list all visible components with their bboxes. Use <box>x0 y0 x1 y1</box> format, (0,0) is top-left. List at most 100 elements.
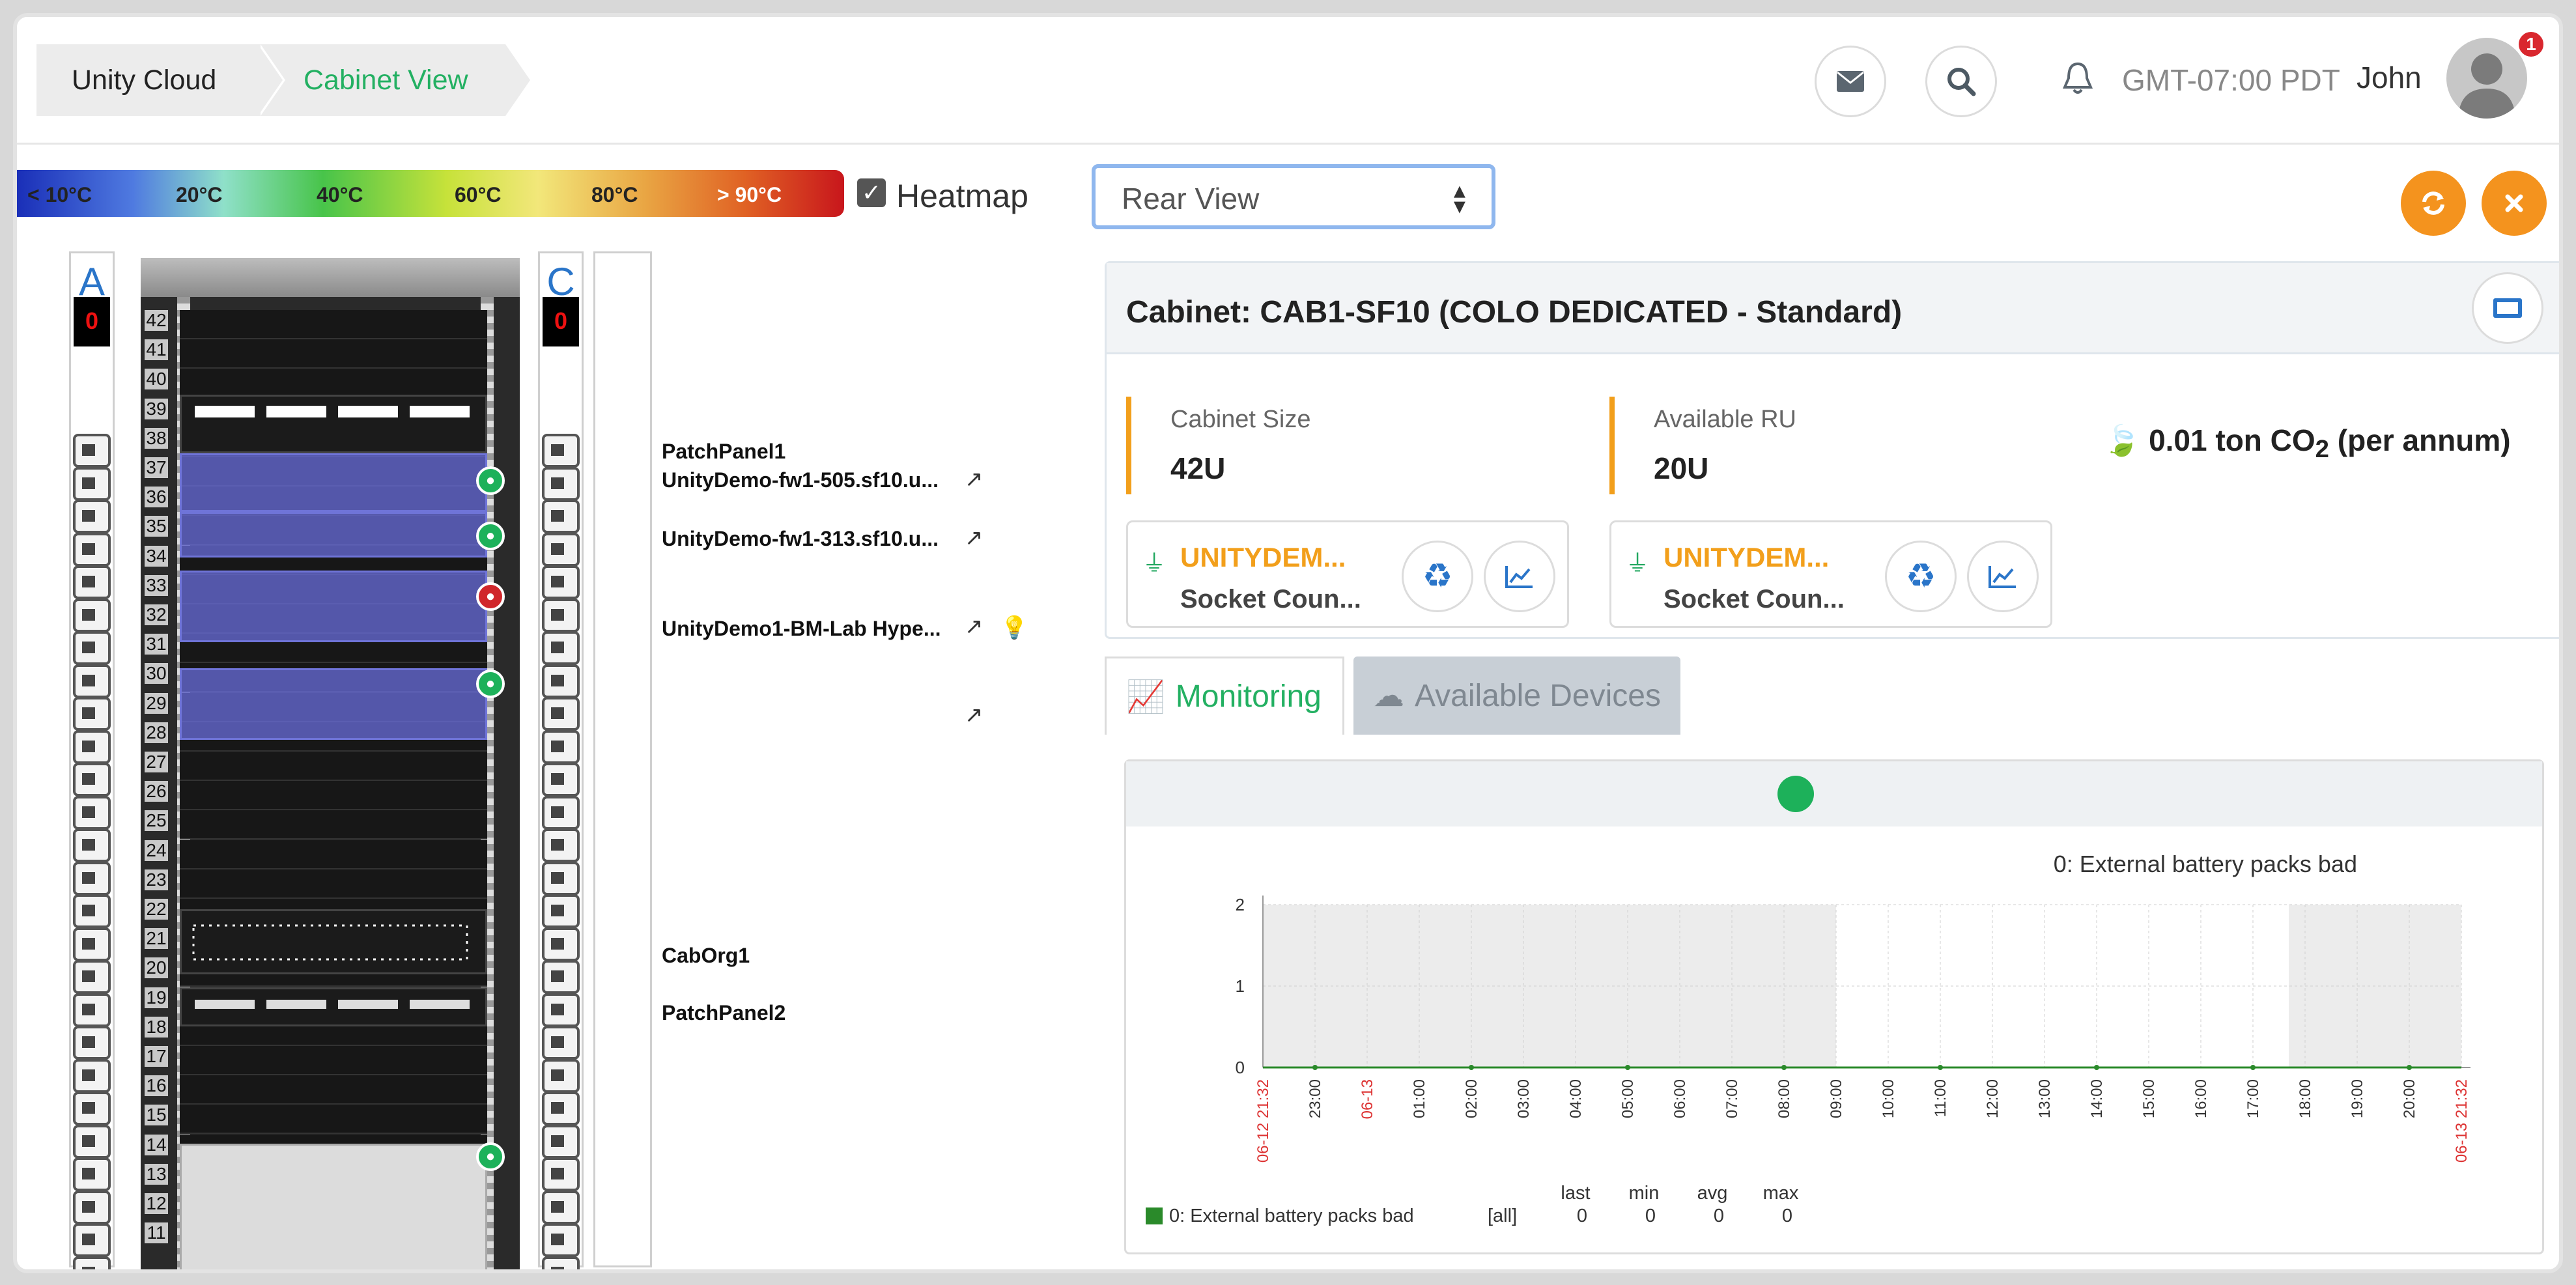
pdu-outlet[interactable] <box>542 466 580 501</box>
rack-slot[interactable] <box>180 810 487 840</box>
pdu-outlet[interactable] <box>73 795 111 830</box>
pdu-outlet[interactable] <box>73 1092 111 1125</box>
rack-slot[interactable] <box>180 752 487 781</box>
rack-slot[interactable] <box>180 1075 487 1105</box>
power-strip-2[interactable]: ⏚ UNITYDEM... Socket Coun... ♻ <box>1609 520 2052 628</box>
pdu-outlet[interactable] <box>542 697 580 731</box>
pdu-outlet[interactable] <box>542 861 580 896</box>
pdu-outlet[interactable] <box>73 960 111 994</box>
pdu-outlet[interactable] <box>73 466 111 501</box>
pdu-outlet[interactable] <box>73 664 111 698</box>
pdu-outlet[interactable] <box>542 960 580 994</box>
rack-slot[interactable] <box>180 310 487 339</box>
external-link-icon[interactable]: ↗ <box>965 702 984 728</box>
view-select[interactable]: Rear View ▴ ▾ <box>1092 164 1495 229</box>
pdu-outlet[interactable] <box>542 1157 580 1191</box>
pdu-outlet[interactable] <box>542 1256 580 1269</box>
device-label-fw1-313[interactable]: UnityDemo-fw1-313.sf10.u... <box>662 525 939 552</box>
recycle-button[interactable]: ♻ <box>1402 541 1473 612</box>
cabinet-detail-button[interactable] <box>2472 272 2543 344</box>
search-button[interactable] <box>1925 46 1997 117</box>
power-strip-1[interactable]: ⏚ UNITYDEM... Socket Coun... ♻ <box>1126 520 1569 628</box>
device-label-bm-lab[interactable]: UnityDemo1-BM-Lab Hype... <box>662 615 941 642</box>
rack-slot[interactable] <box>180 1105 487 1135</box>
rack-device-bottom[interactable] <box>180 1144 487 1269</box>
pdu-outlet[interactable] <box>542 500 580 533</box>
pdu-outlet[interactable] <box>542 1124 580 1159</box>
pdu-outlet[interactable] <box>73 927 111 961</box>
pdu-outlet[interactable] <box>542 434 580 468</box>
breadcrumb-unity-cloud[interactable]: Unity Cloud <box>36 44 258 116</box>
pdu-outlet[interactable] <box>73 763 111 797</box>
pdu-outlet[interactable] <box>542 1223 580 1257</box>
recycle-button[interactable]: ♻ <box>1885 541 1957 612</box>
heatmap-checkbox[interactable]: ✓ <box>857 178 886 207</box>
pdu-outlet[interactable] <box>542 532 580 567</box>
pdu-outlet[interactable] <box>542 631 580 665</box>
pdu-outlet[interactable] <box>73 729 111 764</box>
pdu-outlet[interactable] <box>542 598 580 632</box>
pdu-outlet[interactable] <box>73 1026 111 1060</box>
chart-button[interactable] <box>1484 541 1555 612</box>
user-name[interactable]: John <box>2357 60 2422 95</box>
pdu-outlet[interactable] <box>542 1058 580 1093</box>
pdu-outlet[interactable] <box>73 697 111 731</box>
pdu-outlet[interactable] <box>73 532 111 567</box>
pdu-outlet[interactable] <box>73 1256 111 1269</box>
rack-device-fw1-505[interactable] <box>180 453 487 512</box>
pdu-outlet[interactable] <box>542 729 580 764</box>
pdu-outlet[interactable] <box>73 1058 111 1093</box>
external-link-icon[interactable]: ↗ <box>965 614 984 640</box>
rack-slot[interactable] <box>180 840 487 869</box>
pdu-outlet[interactable] <box>73 993 111 1027</box>
pdu-outlet[interactable] <box>73 631 111 665</box>
rack-device-bm-lab[interactable] <box>180 571 487 642</box>
external-link-icon[interactable]: ↗ <box>965 466 984 492</box>
messages-button[interactable] <box>1815 46 1886 117</box>
rack-device-unnamed[interactable] <box>180 668 487 740</box>
rack-device-patchpanel1[interactable] <box>180 395 487 453</box>
tab-available-devices[interactable]: ☁ Available Devices <box>1353 657 1680 735</box>
pdu-outlet[interactable] <box>542 927 580 961</box>
rack-slot[interactable] <box>180 339 487 369</box>
pdu-outlet[interactable] <box>542 763 580 797</box>
pdu-outlet[interactable] <box>542 795 580 830</box>
pdu-outlet[interactable] <box>73 1190 111 1224</box>
device-label-fw1-505[interactable]: UnityDemo-fw1-505.sf10.u... <box>662 466 939 494</box>
chart-button[interactable] <box>1967 541 2039 612</box>
tab-monitoring[interactable]: 📈 Monitoring <box>1105 657 1344 735</box>
breadcrumb-cabinet-view[interactable]: Cabinet View <box>258 44 530 116</box>
pdu-outlet[interactable] <box>542 1190 580 1224</box>
pdu-outlet[interactable] <box>542 894 580 928</box>
pdu-outlet[interactable] <box>73 565 111 599</box>
pdu-outlet[interactable] <box>73 500 111 533</box>
pdu-outlet[interactable] <box>73 1124 111 1159</box>
pdu-outlet[interactable] <box>542 1092 580 1125</box>
rack-slot[interactable] <box>180 1046 487 1075</box>
pdu-outlet[interactable] <box>73 1157 111 1191</box>
rack-slot[interactable] <box>180 869 487 899</box>
pdu-outlet[interactable] <box>73 434 111 468</box>
rack-slot[interactable] <box>180 781 487 811</box>
device-label-patchpanel2[interactable]: PatchPanel2 <box>662 999 786 1026</box>
pdu-outlet[interactable] <box>73 894 111 928</box>
pdu-outlet[interactable] <box>73 828 111 862</box>
pdu-outlet[interactable] <box>73 1223 111 1257</box>
pdu-outlet[interactable] <box>73 861 111 896</box>
bell-icon[interactable] <box>2062 61 2093 96</box>
pdu-outlet[interactable] <box>542 993 580 1027</box>
pdu-outlet[interactable] <box>542 565 580 599</box>
close-button[interactable] <box>2482 171 2547 236</box>
rack-device-patchpanel2[interactable] <box>180 987 487 1026</box>
pdu-outlet[interactable] <box>542 828 580 862</box>
device-label-caborg1[interactable]: CabOrg1 <box>662 942 750 969</box>
rack-device-fw1-313[interactable] <box>180 512 487 558</box>
pdu-outlet[interactable] <box>73 598 111 632</box>
lightbulb-icon[interactable]: 💡 <box>1000 615 1028 641</box>
rack-device-caborg1[interactable] <box>180 909 487 974</box>
rack-slot[interactable] <box>180 369 487 399</box>
avatar[interactable] <box>2446 38 2527 119</box>
device-label-patchpanel1[interactable]: PatchPanel1 <box>662 438 786 465</box>
pdu-outlet[interactable] <box>542 1026 580 1060</box>
refresh-button[interactable] <box>2401 171 2466 236</box>
